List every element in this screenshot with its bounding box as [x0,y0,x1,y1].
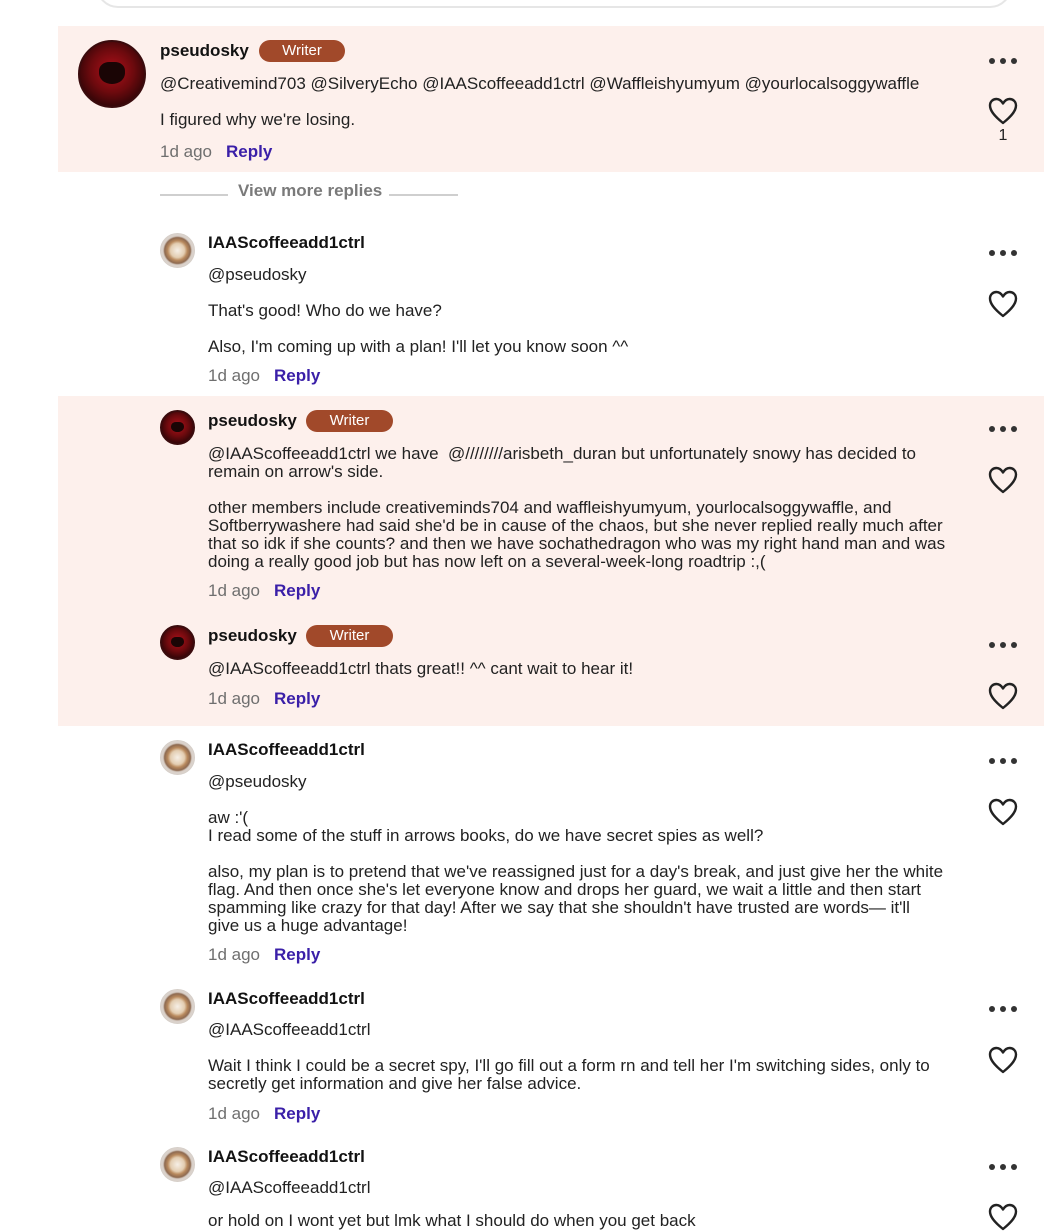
reply-button[interactable]: Reply [274,1104,320,1123]
writer-badge: Writer [306,625,393,647]
more-options-icon[interactable] [989,1163,1017,1171]
reply-button[interactable]: Reply [274,945,320,964]
comment-body: aw :'( I read some of the stuff in arrow… [208,808,764,845]
timestamp: 1d ago [208,1104,260,1123]
comment-body: also, my plan is to pretend that we've r… [208,862,944,935]
divider [160,194,228,196]
avatar[interactable] [160,740,195,775]
writer-badge: Writer [259,40,345,62]
writer-badge: Writer [306,410,393,432]
comment-meta: 1d ago Reply [208,1104,320,1124]
author-name[interactable]: IAAScoffeeadd1ctrl [208,1147,365,1167]
heart-icon[interactable] [988,466,1018,494]
avatar[interactable] [78,40,146,108]
avatar[interactable] [160,625,195,660]
reply-button[interactable]: Reply [274,581,320,600]
heart-icon[interactable] [988,682,1018,710]
more-options-icon[interactable] [989,641,1017,649]
heart-icon[interactable] [988,798,1018,826]
view-more-replies[interactable]: View more replies [160,180,458,204]
avatar[interactable] [160,989,195,1024]
reply-button[interactable]: Reply [274,366,320,385]
comment-body: or hold on I wont yet but lmk what I sho… [208,1211,696,1230]
heart-icon[interactable] [988,97,1018,125]
avatar[interactable] [160,1147,195,1182]
timestamp: 1d ago [208,945,260,964]
comment-mentions: @Creativemind703 @SilveryEcho @IAAScoffe… [160,74,920,93]
author-name[interactable]: pseudosky [208,626,297,646]
comment-body: Wait I think I could be a secret spy, I'… [208,1056,930,1093]
more-options-icon[interactable] [989,1005,1017,1013]
reply-button[interactable]: Reply [274,689,320,708]
comment-body: @IAAScoffeeadd1ctrl we have @////////ari… [208,444,917,481]
comment-meta: 1d ago Reply [208,689,320,709]
comment-mention: @IAAScoffeeadd1ctrl [208,1178,371,1197]
comment-body: I figured why we're losing. [160,110,356,129]
timestamp: 1d ago [208,581,260,600]
timestamp: 1d ago [208,689,260,708]
comment-meta: 1d ago Reply [208,945,320,965]
more-options-icon[interactable] [989,425,1017,433]
avatar[interactable] [160,410,195,445]
comment-body: Also, I'm coming up with a plan! I'll le… [208,337,629,356]
heart-icon[interactable] [988,1203,1018,1231]
comment-meta: 1d ago Reply [160,142,272,162]
view-more-replies-label[interactable]: View more replies [238,181,382,201]
like-count: 1 [998,127,1008,144]
comment-meta: 1d ago Reply [208,366,320,386]
timestamp: 1d ago [208,366,260,385]
author-name[interactable]: IAAScoffeeadd1ctrl [208,989,365,1009]
more-options-icon[interactable] [989,249,1017,257]
comment-body: @IAAScoffeeadd1ctrl thats great!! ^^ can… [208,659,634,678]
more-options-icon[interactable] [989,757,1017,765]
comment-mention: @IAAScoffeeadd1ctrl [208,1020,371,1039]
heart-icon[interactable] [988,1046,1018,1074]
divider [389,194,458,196]
comment-body: other members include creativeminds704 a… [208,498,946,571]
comment-body: That's good! Who do we have? [208,301,442,320]
more-options-icon[interactable] [989,57,1017,65]
comment-mention: @pseudosky [208,265,307,284]
avatar[interactable] [160,233,195,268]
top-input-bar[interactable] [96,0,1012,8]
timestamp: 1d ago [160,142,212,161]
heart-icon[interactable] [988,290,1018,318]
author-name[interactable]: pseudosky [160,41,249,61]
comment-mention: @pseudosky [208,772,307,791]
author-name[interactable]: IAAScoffeeadd1ctrl [208,740,365,760]
reply-button[interactable]: Reply [226,142,272,161]
comment-meta: 1d ago Reply [208,581,320,601]
author-name[interactable]: pseudosky [208,411,297,431]
author-name[interactable]: IAAScoffeeadd1ctrl [208,233,365,253]
